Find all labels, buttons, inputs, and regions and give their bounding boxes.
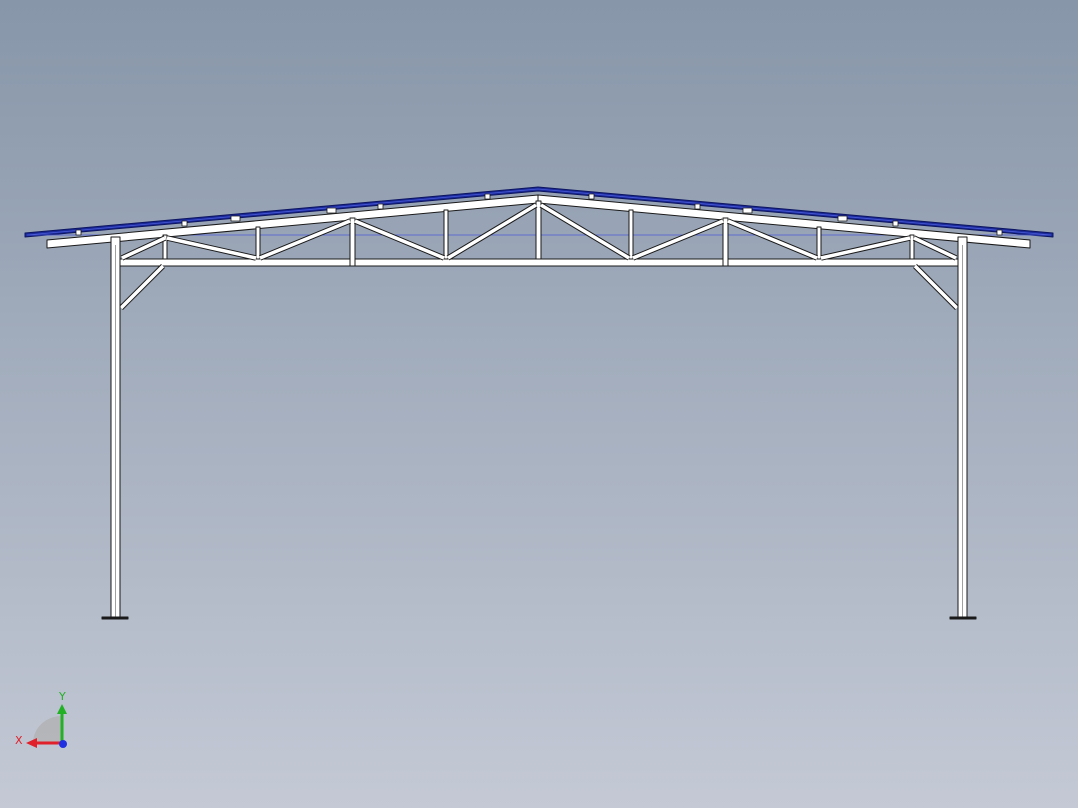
triad-plane-shading <box>33 716 62 743</box>
column-right <box>949 236 977 620</box>
column-left <box>101 236 129 620</box>
knee-braces <box>119 264 959 310</box>
truss-bottom-chord <box>117 258 961 267</box>
z-axis-dot <box>59 740 67 748</box>
y-axis-label: Y <box>58 690 66 703</box>
view-orientation-triad[interactable]: Y X <box>15 690 67 748</box>
x-axis-label: X <box>15 734 23 747</box>
graphics-viewport[interactable]: Y X <box>0 0 1078 808</box>
portal-frame-model[interactable] <box>24 186 1054 620</box>
